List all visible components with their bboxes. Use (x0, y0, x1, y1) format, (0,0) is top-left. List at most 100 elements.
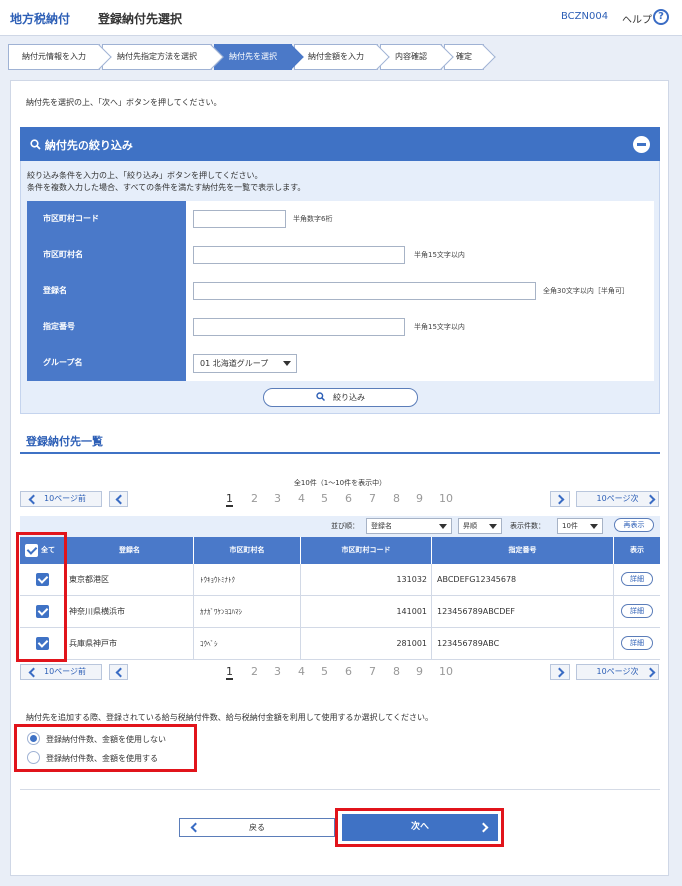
sort-value: 登録名 (371, 522, 392, 530)
count-select[interactable]: 10件 (557, 518, 603, 534)
page-1[interactable]: 1 (226, 665, 233, 680)
prev-page-button[interactable] (109, 491, 128, 507)
order-value: 昇順 (463, 522, 477, 530)
designated-number-input[interactable] (193, 318, 405, 336)
intro-text: 納付先を選択の上、「次へ」ボタンを押してください。 (26, 98, 222, 107)
next-10-label: 10ページ次 (596, 667, 639, 676)
count-value: 10件 (562, 522, 578, 530)
page-7[interactable]: 7 (369, 665, 376, 678)
help-icon[interactable]: ? (653, 9, 669, 25)
header-bar: 地方税納付 登録納付先選択 BCZN004 ヘルプ ? (0, 0, 682, 36)
page-2[interactable]: 2 (251, 492, 258, 505)
city-name-input[interactable] (193, 246, 405, 264)
chevron-down-icon (590, 524, 598, 529)
page-8[interactable]: 8 (393, 665, 400, 678)
prev-10-pages-button[interactable]: 10ページ前 (20, 664, 102, 680)
chevron-right-icon (554, 667, 565, 678)
page-9[interactable]: 9 (416, 492, 423, 505)
filter-title: 納付先の絞り込み (30, 137, 133, 153)
page-8[interactable]: 8 (393, 492, 400, 505)
prev-10-pages-button[interactable]: 10ページ前 (20, 491, 102, 507)
filter-desc: 絞り込み条件を入力の上、「絞り込み」ボタンを押してください。 条件を複数入力した… (27, 170, 305, 194)
city-code-cell: 半角数字6桁 (186, 201, 654, 237)
next-page-button[interactable] (550, 664, 570, 680)
filter-header[interactable]: 納付先の絞り込み (20, 127, 660, 161)
chevron-down-icon (283, 361, 291, 366)
chevron-left-icon (115, 494, 126, 505)
next-10-pages-button[interactable]: 10ページ次 (576, 664, 659, 680)
filter-row-group: グループ名 01 北海道グループ (27, 345, 654, 381)
reg-name-input[interactable] (193, 282, 536, 300)
city-name-cell: 半角15文字以内 (186, 237, 654, 273)
app-name[interactable]: 地方税納付 (10, 10, 70, 27)
chevron-left-icon (28, 494, 39, 505)
step-4: 納付金額を入力 (294, 44, 378, 70)
filter-row-city-name: 市区町村名 半角15文字以内 (27, 237, 654, 273)
sort-select[interactable]: 登録名 (366, 518, 452, 534)
page-10[interactable]: 10 (439, 665, 453, 678)
row-reg-name: 東京都港区 (66, 564, 194, 596)
chevron-right-icon (645, 667, 656, 678)
next-10-label: 10ページ次 (596, 494, 639, 503)
row-city-name: ｶﾅｶﾞﾜｹﾝﾖｺﾊﾏｼ (194, 596, 301, 628)
row-designated-number: 123456789ABC (432, 628, 614, 660)
filter-row-city-code: 市区町村コード 半角数字6桁 (27, 201, 654, 237)
search-icon (30, 139, 41, 150)
page-6[interactable]: 6 (345, 665, 352, 678)
reg-name-label: 登録名 (27, 273, 186, 309)
prev-page-button[interactable] (109, 664, 128, 680)
search-icon (316, 392, 326, 402)
row-designated-number: ABCDEFG12345678 (432, 564, 614, 596)
col-city-name: 市区町村名 (194, 537, 301, 564)
page-5[interactable]: 5 (321, 665, 328, 678)
back-button[interactable]: 戻る (179, 818, 335, 837)
row-reg-name: 神奈川県横浜市 (66, 596, 194, 628)
next-page-button[interactable] (550, 491, 570, 507)
col-designated-number: 指定番号 (432, 537, 614, 564)
detail-button[interactable]: 詳細 (621, 636, 653, 650)
detail-button[interactable]: 詳細 (621, 604, 653, 618)
filter-button-label: 絞り込み (333, 393, 365, 402)
page-4[interactable]: 4 (298, 665, 305, 678)
page-6[interactable]: 6 (345, 492, 352, 505)
row-detail-cell: 詳細 (614, 596, 660, 628)
page-4[interactable]: 4 (298, 492, 305, 505)
chevron-down-icon (489, 524, 497, 529)
page-10[interactable]: 10 (439, 492, 453, 505)
page-9[interactable]: 9 (416, 665, 423, 678)
page-5[interactable]: 5 (321, 492, 328, 505)
designated-number-hint: 半角15文字以内 (414, 323, 465, 331)
chevron-right-icon (645, 494, 656, 505)
help-link[interactable]: ヘルプ (622, 11, 652, 26)
chevron-right-icon (554, 494, 565, 505)
filter-row-designated-number: 指定番号 半角15文字以内 (27, 309, 654, 345)
group-cell: 01 北海道グループ (186, 345, 654, 381)
city-code-input[interactable] (193, 210, 286, 228)
chevron-left-icon (115, 667, 126, 678)
step-3-current: 納付先を選択 (214, 44, 292, 70)
filter-desc-2: 条件を複数入力した場合、すべての条件を満たす納付先を一覧で表示します。 (27, 183, 306, 192)
city-name-label: 市区町村名 (27, 237, 186, 273)
highlight-options (14, 724, 197, 772)
page-3[interactable]: 3 (274, 665, 281, 678)
row-city-code: 141001 (301, 596, 432, 628)
page-2[interactable]: 2 (251, 665, 258, 678)
chevron-left-icon (28, 667, 39, 678)
count-label: 表示件数： (510, 522, 545, 530)
group-select[interactable]: 01 北海道グループ (193, 354, 297, 373)
next-10-pages-button[interactable]: 10ページ次 (576, 491, 659, 507)
detail-button[interactable]: 詳細 (621, 572, 653, 586)
row-detail-cell: 詳細 (614, 564, 660, 596)
highlight-next-button (335, 808, 504, 847)
row-reg-name: 兵庫県神戸市 (66, 628, 194, 660)
filter-desc-1: 絞り込み条件を入力の上、「絞り込み」ボタンを押してください。 (27, 171, 263, 180)
row-city-code: 131032 (301, 564, 432, 596)
order-select[interactable]: 昇順 (458, 518, 502, 534)
filter-button[interactable]: 絞り込み (263, 388, 418, 407)
redisplay-button[interactable]: 再表示 (614, 518, 654, 532)
collapse-icon[interactable] (633, 136, 650, 153)
page-3[interactable]: 3 (274, 492, 281, 505)
page-7[interactable]: 7 (369, 492, 376, 505)
col-reg-name: 登録名 (66, 537, 194, 564)
page-1[interactable]: 1 (226, 492, 233, 507)
